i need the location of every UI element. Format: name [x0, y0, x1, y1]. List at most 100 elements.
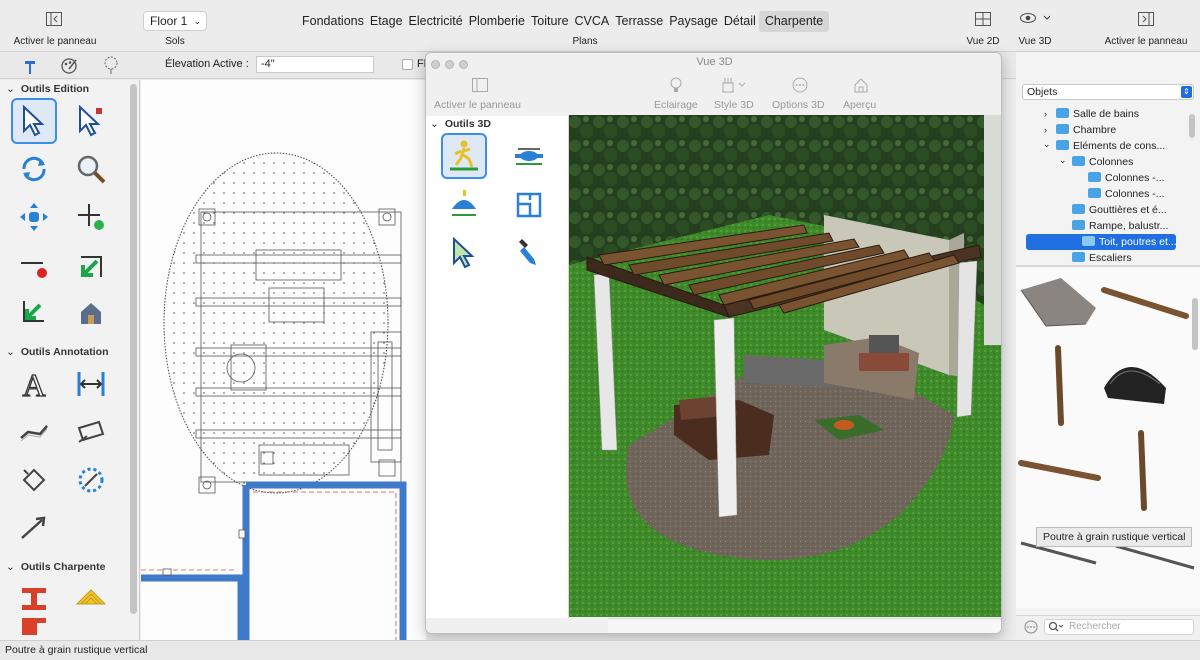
- plan-tab-terrasse[interactable]: Terrasse: [612, 11, 666, 32]
- plan-tab-cvca[interactable]: CVCA: [572, 11, 613, 32]
- paint-brush-icon[interactable]: [722, 77, 748, 96]
- add-point-icon[interactable]: [68, 194, 114, 240]
- thumb-beam-diagonal: [1018, 460, 1101, 481]
- thumbnails-scrollbar[interactable]: [1192, 298, 1198, 350]
- magnifier-icon[interactable]: [68, 146, 114, 192]
- floor-select[interactable]: Floor 1 ⌄: [143, 11, 207, 31]
- palette-scrollbar[interactable]: [130, 84, 137, 614]
- view-2d-icon[interactable]: [975, 12, 991, 29]
- patio-outline: [163, 152, 389, 494]
- option-checkbox[interactable]: [402, 59, 413, 70]
- circle-marker-icon[interactable]: [68, 457, 114, 503]
- floor-label: Sols: [165, 36, 185, 47]
- section-3d-tools[interactable]: Outils 3D: [430, 118, 491, 130]
- tree-scrollbar[interactable]: [1189, 114, 1195, 138]
- main-toolbar: Activer le panneau Floor 1 ⌄ Sols Fondat…: [0, 0, 1200, 52]
- panel-toggle-label[interactable]: Activer le panneau: [434, 99, 521, 111]
- thumb-dome: [1104, 367, 1166, 404]
- tree-item-gutters[interactable]: Gouttières et é...: [1016, 202, 1200, 218]
- walls: [141, 481, 407, 640]
- floor-plan-camera-icon[interactable]: [506, 182, 552, 228]
- folder-icon: [1056, 140, 1069, 150]
- house-icon[interactable]: [68, 290, 114, 336]
- tree-item-label: Gouttières et é...: [1089, 204, 1167, 216]
- truss-icon[interactable]: [68, 576, 114, 622]
- plan-tab-detail[interactable]: Détail: [721, 11, 759, 32]
- library-panel: Objets ⇕ › Salle de bains › Chambre ⌄ El…: [1016, 52, 1200, 640]
- search-input[interactable]: Rechercher: [1044, 619, 1194, 635]
- pan-hand-icon[interactable]: [11, 194, 57, 240]
- tree-item-roof-beams[interactable]: Toit, poutres et...: [1026, 234, 1177, 250]
- thumb-post-vertical-2: [1138, 430, 1147, 511]
- tree-item-columns-sub-2[interactable]: Colonnes -...: [1016, 186, 1200, 202]
- section-framing-tools[interactable]: Outils Charpente: [6, 561, 106, 573]
- break-line-icon[interactable]: [68, 242, 114, 288]
- plan-tab-electricite[interactable]: Electricité: [406, 11, 466, 32]
- view-3d-window[interactable]: Vue 3D Activer le panneau Eclairage Styl…: [425, 52, 1002, 634]
- dimension-tool-icon[interactable]: [68, 361, 114, 407]
- right-panel-label[interactable]: Activer le panneau: [1092, 36, 1200, 47]
- left-panel-label[interactable]: Activer le panneau: [0, 36, 110, 47]
- chevron-down-icon: ⌄: [1059, 155, 1067, 165]
- select-3d-icon[interactable]: [441, 230, 487, 276]
- join-line-icon[interactable]: [11, 290, 57, 336]
- rotate-icon[interactable]: [11, 146, 57, 192]
- plan-tab-toiture[interactable]: Toiture: [528, 11, 572, 32]
- walkthrough-tool-icon[interactable]: [441, 133, 487, 179]
- options-3d-label[interactable]: Options 3D: [772, 99, 825, 111]
- preview-label[interactable]: Aperçu: [843, 99, 876, 111]
- text-tool-icon[interactable]: A: [11, 361, 57, 407]
- plan-tab-plomberie[interactable]: Plomberie: [466, 11, 528, 32]
- plan-tab-fondations[interactable]: Fondations: [299, 11, 367, 32]
- home-icon[interactable]: [853, 77, 869, 96]
- plan-tab-etage[interactable]: Etage: [367, 11, 406, 32]
- eyedropper-icon[interactable]: [506, 230, 552, 276]
- panel-divider[interactable]: [1016, 265, 1200, 267]
- tree-item-label: Toit, poutres et...: [1099, 236, 1177, 248]
- 3d-render-viewport[interactable]: [569, 115, 1001, 617]
- palette-icon[interactable]: [60, 57, 78, 78]
- hammer-icon[interactable]: [22, 57, 38, 78]
- tree-icon[interactable]: [102, 56, 120, 78]
- search-bar: Rechercher: [1016, 615, 1200, 640]
- steel-beam-icon[interactable]: [11, 576, 57, 622]
- chevron-updown-icon: ⇕: [1181, 86, 1192, 98]
- more-options-icon[interactable]: [792, 77, 808, 96]
- drone-camera-icon[interactable]: [506, 133, 552, 179]
- view-2d-label[interactable]: Vue 2D: [958, 36, 1008, 47]
- section-annotation-tools[interactable]: Outils Annotation: [6, 346, 109, 358]
- plan-view-canvas[interactable]: [141, 80, 426, 640]
- orbit-camera-icon[interactable]: [441, 182, 487, 228]
- lighting-label[interactable]: Eclairage: [654, 99, 698, 111]
- remove-point-icon[interactable]: [11, 242, 57, 288]
- line-tool-icon[interactable]: [11, 409, 57, 455]
- plan-tab-paysage[interactable]: Paysage: [666, 11, 721, 32]
- select-arrow-tool[interactable]: [11, 98, 57, 144]
- style-3d-label[interactable]: Style 3D: [714, 99, 754, 111]
- tree-item-bathroom[interactable]: › Salle de bains: [1016, 106, 1200, 122]
- callout-tool-icon[interactable]: [68, 409, 114, 455]
- tree-item-columns[interactable]: ⌄ Colonnes: [1016, 154, 1200, 170]
- more-icon[interactable]: [1024, 620, 1038, 637]
- section-edit-tools[interactable]: Outils Edition: [6, 83, 89, 95]
- lightbulb-icon[interactable]: [670, 77, 682, 96]
- sidebar-toggle-icon[interactable]: [46, 12, 62, 29]
- arrow-line-icon[interactable]: [11, 457, 57, 503]
- category-select[interactable]: Objets ⇕: [1022, 84, 1194, 100]
- framing-tool-icon[interactable]: [11, 618, 57, 640]
- select-objects-tool[interactable]: [68, 98, 114, 144]
- elevation-label: Élevation Active :: [165, 58, 249, 70]
- plan-tab-charpente[interactable]: Charpente: [758, 11, 830, 32]
- arrow-tool-icon[interactable]: [11, 505, 57, 551]
- panel-toggle-icon[interactable]: [472, 78, 488, 95]
- tree-item-construction[interactable]: ⌄ Eléments de cons...: [1016, 138, 1200, 154]
- horizontal-scrollbar[interactable]: [612, 633, 987, 634]
- tree-item-columns-sub-1[interactable]: Colonnes -...: [1016, 170, 1200, 186]
- right-panel-toggle-icon[interactable]: [1138, 12, 1154, 29]
- tree-item-stairs[interactable]: Escaliers: [1016, 250, 1200, 266]
- view-3d-label[interactable]: Vue 3D: [1010, 36, 1060, 47]
- elevation-input[interactable]: -4": [256, 56, 374, 73]
- tree-item-label: Colonnes: [1089, 156, 1134, 168]
- tree-item-railings[interactable]: Rampe, balustr...: [1016, 218, 1200, 234]
- eye-icon[interactable]: [1020, 11, 1051, 28]
